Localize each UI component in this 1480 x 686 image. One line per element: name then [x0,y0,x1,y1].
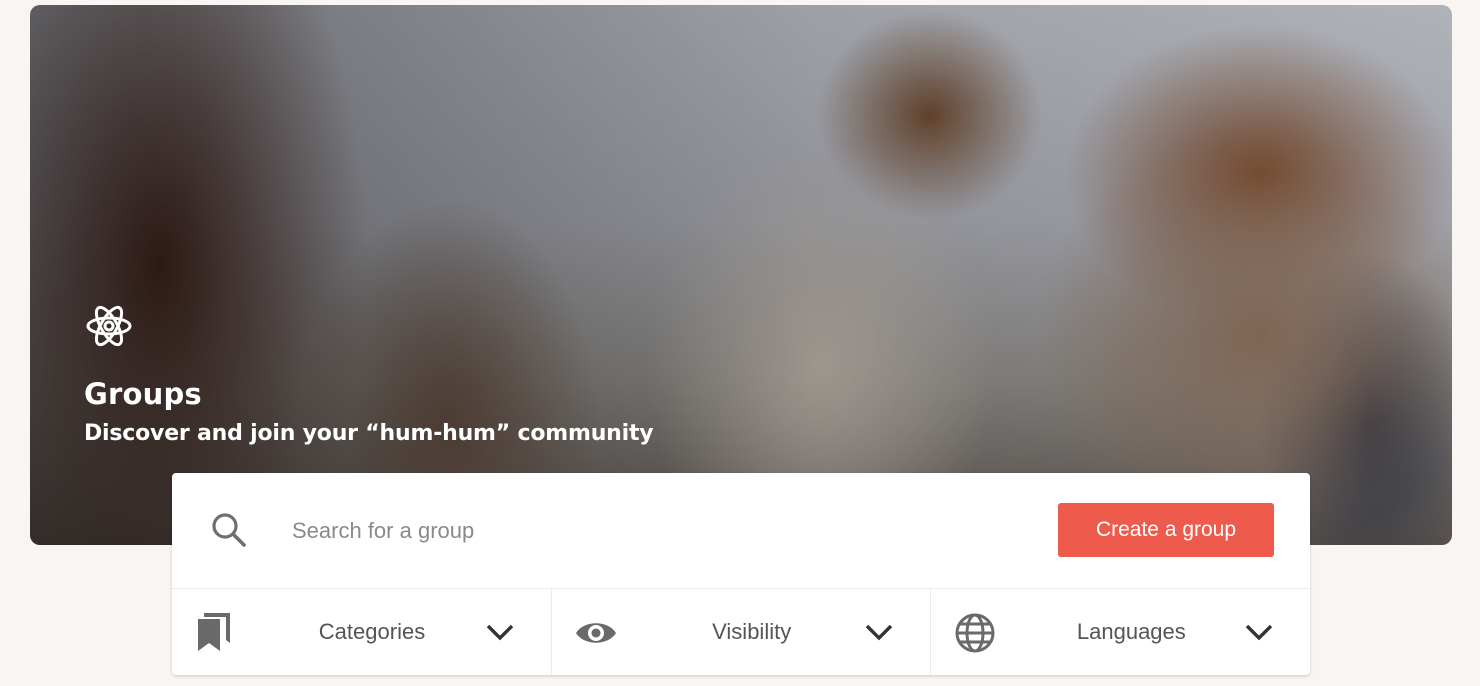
page-subtitle: Discover and join your “hum-hum” communi… [84,421,654,446]
filter-languages-label: Languages [1076,619,1186,644]
filter-categories[interactable]: Categories [172,589,552,675]
globe-icon [955,613,995,653]
filter-languages[interactable]: Languages [931,589,1310,675]
chevron-down-icon [486,624,513,641]
atom-icon [86,305,132,347]
filter-categories-label: Categories [318,619,426,644]
page-title: Groups [84,377,202,411]
filter-visibility[interactable]: Visibility [552,589,932,675]
search-row: Create a group [172,473,1310,589]
eye-icon [575,623,616,643]
hero-banner: Groups Discover and join your “hum-hum” … [30,5,1452,545]
chevron-down-icon [866,624,893,641]
hero-content: Groups Discover and join your “hum-hum” … [84,301,654,446]
chevron-down-icon [1245,624,1273,641]
create-group-button[interactable]: Create a group [1058,503,1274,557]
search-input[interactable] [290,509,994,553]
filter-row: Categories Visibility Languages [172,589,1310,675]
search-panel: Create a group Categories Visibility [172,473,1310,675]
search-icon [212,513,246,547]
filter-visibility-label: Visibility [712,619,792,644]
bookmarks-icon [198,613,230,651]
